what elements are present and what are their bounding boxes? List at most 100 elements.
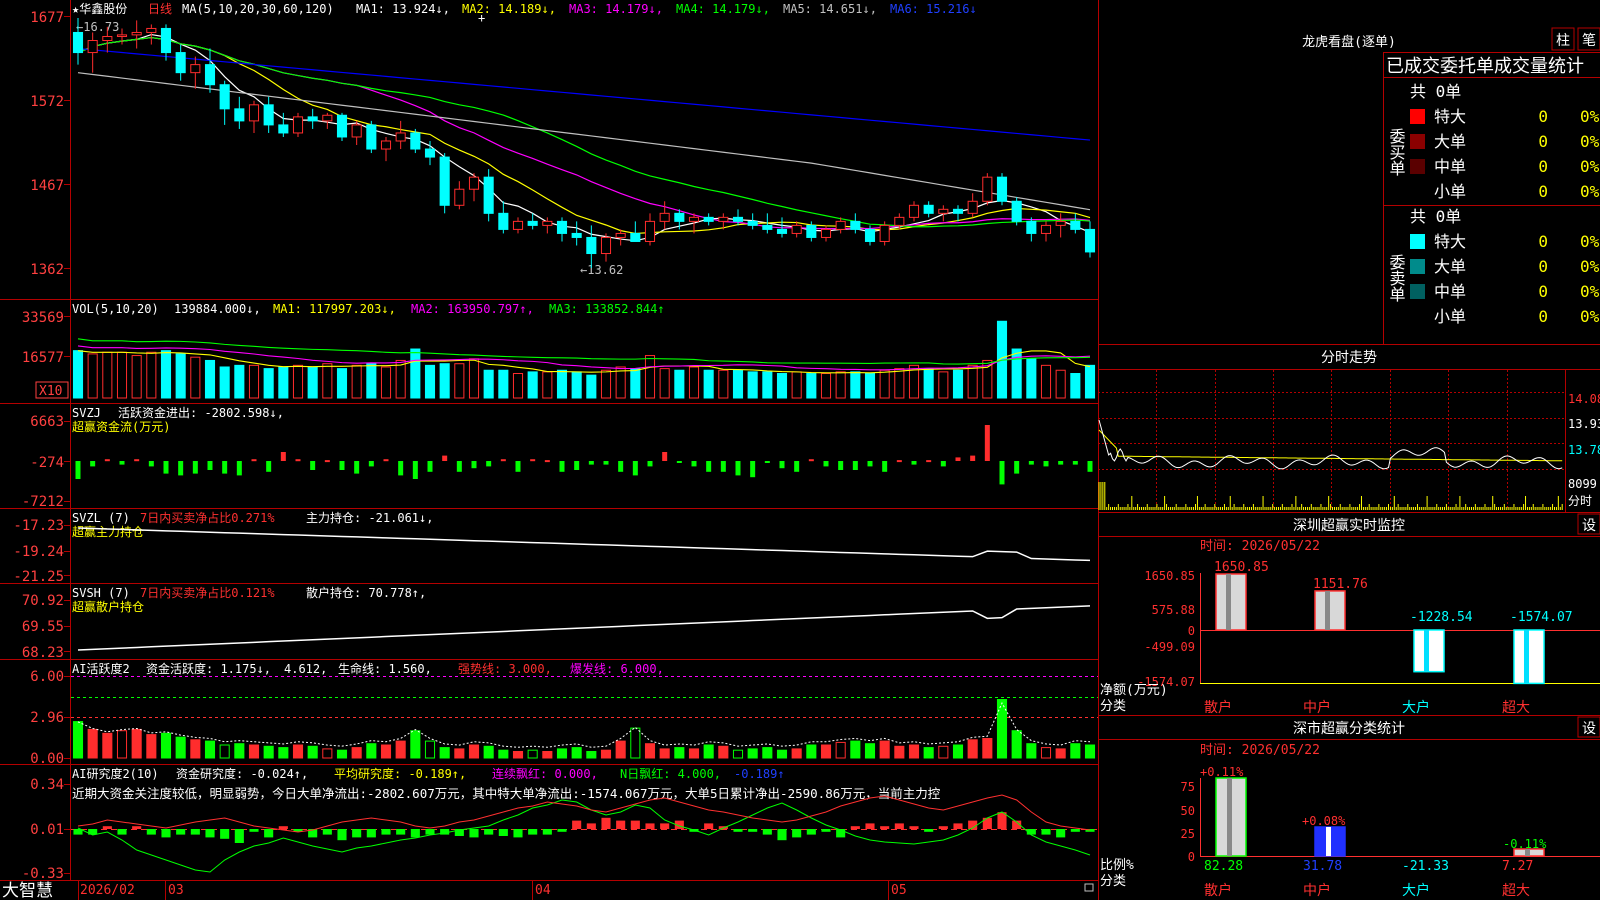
candle-body xyxy=(659,212,670,222)
research-bar xyxy=(924,829,934,832)
volume-bar xyxy=(571,371,582,399)
crosshair-icon[interactable]: + xyxy=(478,11,485,25)
volume-bar xyxy=(850,371,861,399)
research-bar xyxy=(850,826,860,829)
flow-bar xyxy=(691,461,697,467)
candle-body xyxy=(571,232,582,238)
flow-bar xyxy=(295,459,301,462)
volume-bar xyxy=(307,366,318,399)
volume-bar xyxy=(1070,373,1081,399)
ai1-line xyxy=(77,701,1091,748)
research-bar xyxy=(645,823,655,829)
flow-bar xyxy=(779,461,785,469)
volume-bar xyxy=(512,373,524,399)
activity-bar xyxy=(146,734,157,759)
activity-bar xyxy=(923,747,934,759)
lock-icon[interactable] xyxy=(1084,883,1094,892)
research-bar xyxy=(909,826,919,829)
buy-row-count: 0 xyxy=(1538,107,1548,126)
classify-settings-label[interactable]: 设 xyxy=(1582,721,1596,737)
volume-bar xyxy=(952,369,964,399)
volume-bar xyxy=(542,371,553,399)
activity-bar xyxy=(776,749,788,759)
candle-body xyxy=(468,176,480,190)
high-price-marker: ←16.73 xyxy=(76,20,119,34)
monitor-ylabel: 净额(万元) xyxy=(1100,683,1168,698)
monitor-xlabel: 分类 xyxy=(1100,699,1126,714)
volume-bar xyxy=(938,371,949,399)
activity-bar xyxy=(1040,747,1052,759)
classify-bars: 82.28 散户 31.78 中户 -21.33 大户 7.27 超大 +0.11% +0.08%… xyxy=(1200,765,1547,899)
activity-bar xyxy=(219,744,230,759)
research-bar xyxy=(557,829,567,832)
monitor-axis: 1650.85 575.88 0 -499.09 -1574.07 xyxy=(1137,569,1195,689)
sell-row-count: 0 xyxy=(1538,282,1548,301)
bar-mode-label[interactable]: 柱 xyxy=(1556,33,1570,49)
candle-body xyxy=(512,220,524,230)
ai1-value2: 4.612, xyxy=(284,662,327,676)
flow-bar xyxy=(324,460,330,463)
research-bar xyxy=(102,826,112,829)
candle-body xyxy=(248,104,260,122)
volume-bar xyxy=(292,364,304,399)
activity-bar xyxy=(762,747,773,759)
buy-row-label: 中单 xyxy=(1434,157,1466,176)
ma-params: MA(5,10,20,30,60,120) xyxy=(182,2,334,16)
activity-bar xyxy=(674,747,685,759)
candle-body xyxy=(190,64,201,74)
volume-bar xyxy=(160,350,172,399)
flow-bar xyxy=(486,461,492,467)
svsh-tick: 69.55 xyxy=(22,619,64,635)
flow-bar xyxy=(852,461,858,470)
buy-row-count: 0 xyxy=(1538,157,1548,176)
volume-bar xyxy=(190,356,201,399)
flow-bar xyxy=(544,460,550,463)
classify-ylabel: 比例% xyxy=(1100,858,1134,873)
flow-bar xyxy=(676,461,682,463)
volume-bar xyxy=(762,371,773,399)
activity-bar xyxy=(586,751,597,759)
ai2-tick: 0.01 xyxy=(30,822,64,838)
candle-body xyxy=(923,204,934,214)
volume-bar xyxy=(424,364,436,399)
tick-mode-label[interactable]: 笔 xyxy=(1582,33,1596,49)
flow-bar xyxy=(926,460,932,463)
monitor-settings-label[interactable]: 设 xyxy=(1582,518,1596,534)
volume-bar xyxy=(204,359,216,399)
monitor-tick: -499.09 xyxy=(1144,640,1195,654)
ai2-avg: 平均研究度: -0.189↑, xyxy=(334,766,466,781)
sell-total: 共 0单 xyxy=(1410,207,1461,226)
svzl-tick: -21.25 xyxy=(13,569,64,585)
candle-body xyxy=(410,132,421,150)
candle-body xyxy=(380,140,392,150)
classify-value-label: 31.78 xyxy=(1303,859,1342,874)
axis-ticks xyxy=(64,16,70,874)
candle-body xyxy=(820,228,832,238)
volume-bar xyxy=(835,371,846,399)
candle-body xyxy=(175,52,186,74)
volume-bar xyxy=(263,368,274,399)
research-bar xyxy=(982,817,992,829)
svzl-tick: -17.23 xyxy=(13,518,64,534)
candle-body xyxy=(542,220,553,226)
activity-bar xyxy=(307,745,318,759)
volume-bar xyxy=(454,363,465,399)
minute-price-mid: 13.93 xyxy=(1568,417,1600,431)
volume-bar xyxy=(1011,348,1022,399)
research-bar xyxy=(132,826,142,829)
ai2-green-line xyxy=(77,799,1091,873)
activity-bar xyxy=(424,740,436,759)
research-bar xyxy=(337,829,347,841)
flow-bar xyxy=(119,461,125,465)
volume-bar xyxy=(864,373,876,399)
flow-bar xyxy=(134,459,140,462)
research-bar xyxy=(660,823,670,829)
activity-bar xyxy=(366,743,377,759)
monitor-value-label: -1574.07 xyxy=(1510,610,1573,625)
minute-avg-line xyxy=(1098,429,1563,462)
flow-bar xyxy=(368,461,374,467)
period-label[interactable]: 日线 xyxy=(148,2,172,16)
buy-row-pct: 0% xyxy=(1580,132,1600,151)
stock-name[interactable]: ★华鑫股份 xyxy=(72,1,127,16)
activity-bar xyxy=(512,751,524,759)
